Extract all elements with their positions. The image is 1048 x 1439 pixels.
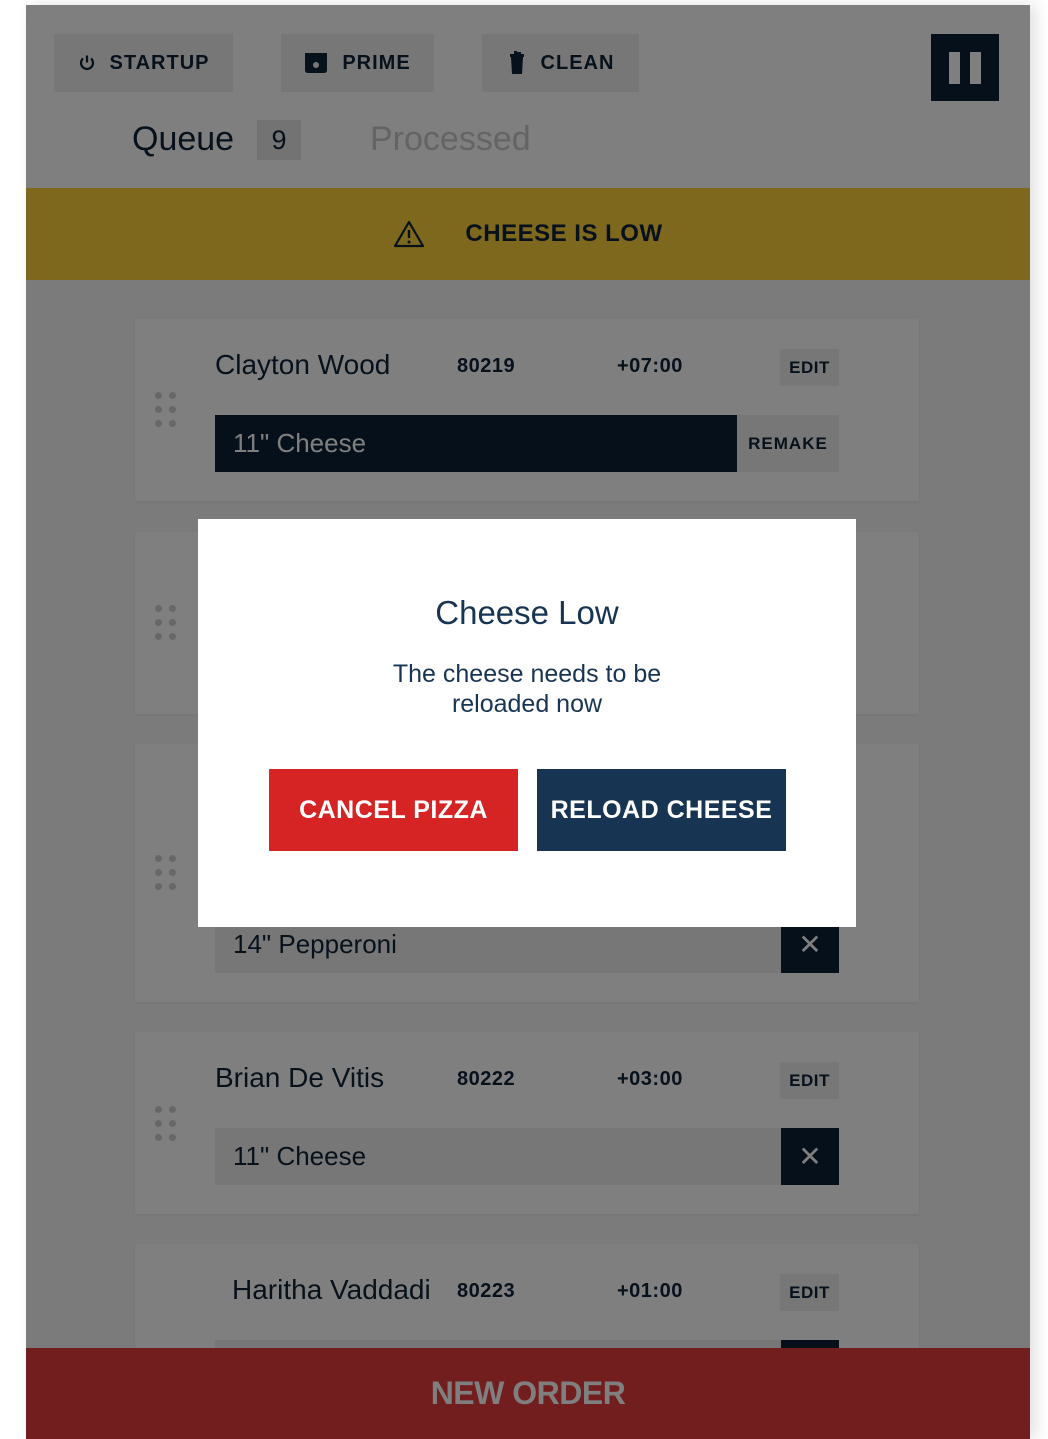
dialog-title: Cheese Low bbox=[435, 594, 619, 631]
cheese-low-dialog: Cheese Low The cheese needs to be reload… bbox=[198, 519, 856, 927]
cancel-pizza-button[interactable]: CANCEL PIZZA bbox=[269, 769, 518, 851]
dialog-message: The cheese needs to be reloaded now bbox=[392, 660, 662, 718]
app-frame: STARTUP PRIME CLEAN Queue 9 Processed CH… bbox=[26, 5, 1030, 1439]
reload-cheese-button[interactable]: RELOAD CHEESE bbox=[537, 769, 786, 851]
